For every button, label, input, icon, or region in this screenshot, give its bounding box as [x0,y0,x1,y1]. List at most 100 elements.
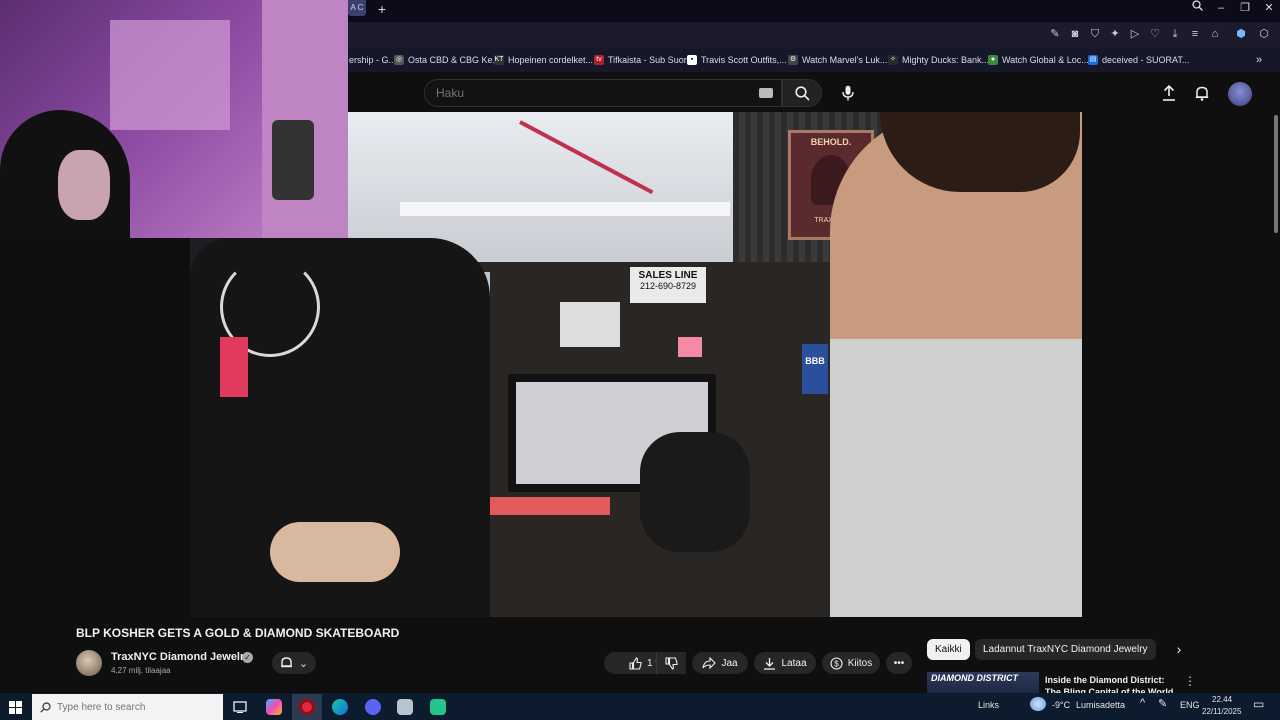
scrollbar-thumb[interactable] [1274,115,1278,233]
chevron-down-icon: ⌄ [298,657,309,670]
hands [270,522,400,582]
bbb-badge: BBB [802,344,828,394]
channel-name[interactable]: TraxNYC Diamond Jewelry [111,651,250,663]
bookmark-item[interactable]: ✧ Mighty Ducks: Bank... [888,52,989,68]
clock-date[interactable]: 22/11/2025 [1202,707,1241,716]
sales-phone-text: 212-690-8729 [639,281,697,291]
chevron-right-icon[interactable]: › [1170,640,1188,658]
tv-icon: tv [594,55,604,65]
copilot-icon[interactable] [259,695,289,719]
download-button[interactable]: Lataa [754,652,816,674]
more-vertical-icon[interactable]: ⋮ [1184,674,1196,688]
tx-extension-icon[interactable]: ⬢ [1234,27,1248,41]
chevron-right-icon[interactable]: » [1256,52,1262,68]
bookmark-item[interactable]: ⚙ Watch Marvel's Luk... [788,52,887,68]
subscribed-bell-button[interactable]: ⌄ [272,652,316,674]
thanks-button[interactable]: $ Kiitos [822,652,880,674]
search-icon [795,86,810,101]
restore-icon[interactable]: ❐ [1233,0,1257,16]
language-indicator[interactable]: ENG [1180,700,1200,710]
controller-stand [272,120,314,200]
avatar[interactable] [1228,82,1252,106]
gloved-hand [640,432,750,552]
weather-temp[interactable]: -9°C [1052,700,1070,710]
play-icon[interactable]: ▷ [1128,27,1142,41]
heart-icon[interactable]: ♡ [1148,27,1162,41]
duck-icon: ✧ [888,55,898,65]
thumbs-up-icon [629,656,642,670]
webcam-overlay [0,0,348,238]
share-icon [702,657,717,669]
clock-time[interactable]: 22.44 [1212,695,1232,704]
subscriber-count: 4,27 milj. tilaajaa [111,666,171,675]
browser-tab[interactable]: A C [348,0,366,16]
thumbs-down-icon [665,656,678,670]
edit-icon[interactable]: ✎ [1048,27,1062,41]
photo-print [560,302,620,347]
gear-icon: ⚙ [788,55,798,65]
search-box[interactable] [424,79,782,107]
download-icon[interactable]: ⤓ [1168,27,1182,41]
share-label: Jaa [721,657,738,669]
windows-start-icon[interactable] [4,697,26,717]
camera-icon: ● [988,55,998,65]
edge-icon[interactable] [325,695,355,719]
search-input[interactable] [436,86,736,100]
lock-icon[interactable]: ⌂ [1208,27,1222,41]
verified-check-icon: ✓ [242,652,253,663]
extension-icon[interactable]: ✦ [1108,27,1122,41]
pen-icon[interactable]: ✎ [1158,697,1167,710]
search-button[interactable] [782,79,822,107]
task-view-icon[interactable] [225,695,255,719]
notification-center-icon[interactable]: ▭ [1253,697,1264,711]
camera-icon[interactable]: ◙ [1068,27,1082,41]
bookmark-item[interactable]: KT Hopeinen cordelket... [494,52,593,68]
vpn-icon[interactable] [390,695,420,719]
bookmark-item[interactable]: ▤ deceived - SUORAT... [1088,52,1189,68]
streamer-face [58,150,110,220]
chip-all[interactable]: Kaikki [927,639,970,660]
video-title: BLP KOSHER GETS A GOLD & DIAMOND SKATEBO… [76,626,400,640]
taskbar-search[interactable] [32,694,223,720]
bookmark-item[interactable]: tv Tifkaista - Sub Suora [594,52,692,68]
shield-icon[interactable]: ⛉ [1088,27,1102,41]
search-icon[interactable] [1185,0,1209,16]
desk-notes [490,497,610,515]
menu-icon[interactable]: ≡ [1188,27,1202,41]
chat-app-icon[interactable] [423,695,453,719]
close-icon[interactable]: ✕ [1257,0,1280,16]
bookmark-item[interactable]: ership - G... [349,52,396,68]
notifications-bell-icon[interactable] [1191,82,1213,104]
minimize-icon[interactable]: – [1209,0,1233,16]
more-actions-button[interactable]: ••• [886,652,912,674]
dislike-button[interactable] [656,652,686,674]
channel-avatar[interactable] [76,650,102,676]
bookmark-item[interactable]: ▪ Travis Scott Outfits,... [687,52,787,68]
sticky-note [678,337,702,357]
plus-icon[interactable]: + [374,2,390,18]
bookmark-item[interactable]: ◎ Osta CBD & CBG Ke... [394,52,500,68]
chip-uploaded-by[interactable]: Ladannut TraxNYC Diamond Jewelry [975,639,1156,660]
taskbar-search-input[interactable] [57,701,217,713]
poster-top-text: BEHOLD. [810,137,852,147]
discord-icon[interactable] [358,695,388,719]
settings-icon[interactable]: ⬡ [1257,27,1271,41]
upload-icon[interactable] [1158,82,1180,104]
microphone-icon[interactable] [837,82,859,104]
weather-icon[interactable] [1030,697,1046,711]
svg-text:$: $ [834,659,839,668]
download-label: Lataa [781,657,807,669]
sales-line-text: SALES LINE [638,270,698,281]
links-toolbar[interactable]: Links [978,700,999,710]
weather-desc[interactable]: Lumisadetta [1076,700,1125,710]
share-button[interactable]: Jaa [692,652,748,674]
opera-icon[interactable] [292,695,322,719]
download-icon [764,657,776,670]
thanks-icon: $ [830,656,843,670]
bell-icon [280,657,292,668]
chevron-up-icon[interactable]: ^ [1140,697,1145,709]
keyboard-icon[interactable] [759,88,773,98]
thanks-label: Kiitos [847,657,873,669]
bookmark-item[interactable]: ● Watch Global & Loc... [988,52,1089,68]
recommended-thumbnail[interactable]: DIAMOND DISTRICT [927,672,1039,694]
